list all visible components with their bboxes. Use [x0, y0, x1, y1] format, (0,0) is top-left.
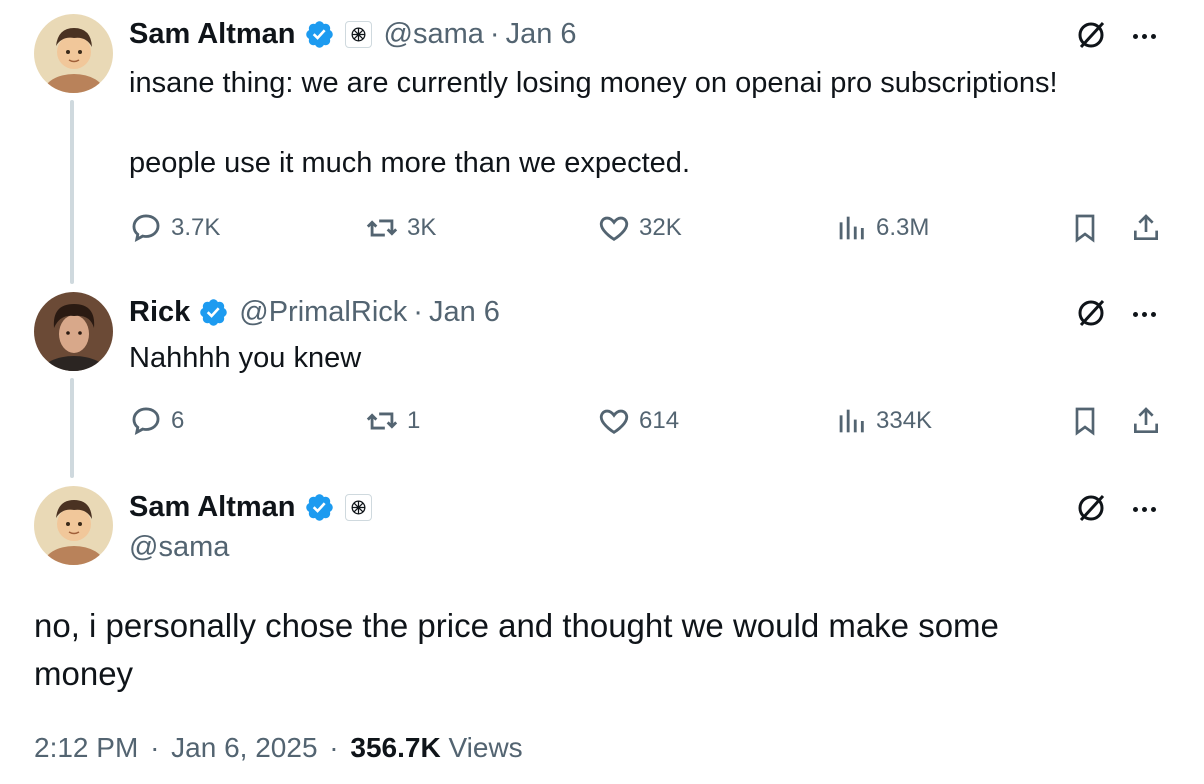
- repost-button[interactable]: 1: [365, 403, 420, 439]
- repost-icon: [366, 219, 398, 237]
- views-icon: [839, 409, 864, 433]
- views-count: 334K: [876, 407, 933, 434]
- handle[interactable]: @PrimalRick: [239, 294, 407, 330]
- repost-button[interactable]: 3K: [365, 210, 436, 246]
- verified-badge-icon[interactable]: [304, 492, 335, 523]
- grok-icon[interactable]: [1074, 296, 1108, 335]
- bookmark-icon: [1075, 214, 1095, 243]
- reply-count: 3.7K: [171, 214, 221, 241]
- bookmark-icon: [1075, 407, 1095, 436]
- tweet-actions: 6 1 614 334K: [129, 403, 1169, 439]
- more-icon[interactable]: [1126, 18, 1162, 54]
- tweet-header: Sam Altman: [129, 489, 372, 525]
- main-tweet-text: no, i personally chose the price and tho…: [34, 607, 999, 692]
- tweet-time[interactable]: 2:12 PM: [34, 732, 138, 763]
- bookmark-button[interactable]: [1067, 210, 1103, 246]
- share-icon: [1134, 407, 1158, 433]
- avatar[interactable]: [34, 486, 113, 565]
- views-button[interactable]: 6.3M: [834, 210, 929, 246]
- handle[interactable]: @sama: [129, 529, 229, 565]
- repost-icon: [366, 412, 398, 430]
- tweet-meta: 2:12 PM · Jan 6, 2025 · 356.7K Views: [34, 730, 523, 766]
- avatar[interactable]: [34, 14, 113, 93]
- reply-button[interactable]: 6: [129, 403, 184, 439]
- tweet-text-line: Nahhhh you knew: [129, 342, 362, 374]
- share-button[interactable]: [1128, 210, 1164, 246]
- tweet-date[interactable]: Jan 6: [506, 16, 577, 52]
- thread-connector: [70, 378, 74, 478]
- openai-affiliate-icon[interactable]: [344, 493, 372, 521]
- share-button[interactable]: [1128, 403, 1164, 439]
- tweet-header: Rick @PrimalRick · Jan 6: [129, 294, 500, 330]
- separator-dot: ·: [413, 296, 423, 328]
- views-count: 6.3M: [876, 214, 930, 241]
- like-icon: [599, 216, 629, 241]
- more-icon[interactable]: [1126, 491, 1162, 527]
- display-name[interactable]: Sam Altman: [129, 16, 296, 52]
- tweet-full-date[interactable]: Jan 6, 2025: [171, 732, 317, 763]
- display-name[interactable]: Rick: [129, 294, 190, 330]
- verified-badge-icon[interactable]: [304, 19, 335, 50]
- share-icon: [1134, 214, 1158, 240]
- grok-icon[interactable]: [1074, 491, 1108, 530]
- reply-count: 6: [171, 407, 185, 434]
- reply-icon: [132, 407, 160, 436]
- views-button[interactable]: 334K: [834, 403, 932, 439]
- handle[interactable]: @sama: [384, 16, 484, 52]
- tweet-header: Sam Altman @sama · Jan 6: [129, 16, 577, 52]
- reply-button[interactable]: 3.7K: [129, 210, 220, 246]
- tweet-actions: 3.7K 3K 32K 6.3M: [129, 210, 1169, 246]
- like-button[interactable]: 614: [597, 403, 679, 439]
- separator-dot: ·: [329, 732, 339, 763]
- openai-affiliate-icon[interactable]: [344, 20, 372, 48]
- tweet-text-line: insane thing: we are currently losing mo…: [129, 67, 1058, 99]
- views-icon: [839, 216, 864, 240]
- views-label: Views: [448, 732, 523, 763]
- verified-badge-icon[interactable]: [198, 297, 229, 328]
- thread-connector: [70, 100, 74, 284]
- views-count: 356.7K: [350, 732, 441, 763]
- repost-count: 1: [407, 407, 421, 434]
- tweet-text-line: people use it much more than we expected…: [129, 147, 690, 179]
- separator-dot: ·: [489, 18, 500, 50]
- repost-count: 3K: [407, 214, 437, 241]
- tweet-date[interactable]: Jan 6: [429, 294, 500, 330]
- avatar[interactable]: [34, 292, 113, 371]
- like-button[interactable]: 32K: [597, 210, 682, 246]
- like-count: 614: [639, 407, 680, 434]
- grok-icon[interactable]: [1074, 18, 1108, 57]
- display-name[interactable]: Sam Altman: [129, 489, 296, 525]
- reply-icon: [132, 214, 160, 243]
- separator-dot: ·: [150, 732, 160, 763]
- like-icon: [599, 409, 629, 434]
- bookmark-button[interactable]: [1067, 403, 1103, 439]
- more-icon[interactable]: [1126, 296, 1162, 332]
- like-count: 32K: [639, 214, 682, 241]
